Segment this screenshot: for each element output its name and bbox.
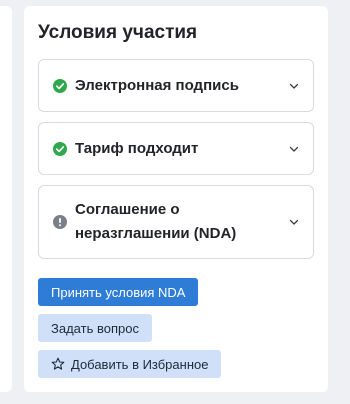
check-circle-icon bbox=[53, 78, 67, 93]
accordion-item-label: Соглашение о неразглашении (NDA) bbox=[75, 201, 237, 242]
card-title: Условия участия bbox=[38, 22, 198, 43]
accept-nda-button[interactable]: Принять условия NDA bbox=[38, 278, 199, 306]
chevron-down-icon bbox=[289, 83, 299, 89]
accordion-item-electronic-signature[interactable]: Электронная подпись bbox=[38, 59, 314, 112]
exclamation-circle-icon bbox=[53, 215, 67, 229]
accordion-item-tariff[interactable]: Тариф подходит bbox=[38, 122, 314, 175]
check-circle-icon bbox=[53, 141, 67, 156]
chevron-down-icon bbox=[289, 146, 299, 152]
add-favorite-label: Добавить в Избранное bbox=[71, 356, 209, 372]
accordion-item-label: Электронная подпись bbox=[75, 76, 239, 94]
conditions-card: Условия участия Электронная подпись Тари… bbox=[24, 6, 328, 392]
accordion-item-nda[interactable]: Соглашение о неразглашении (NDA) bbox=[38, 185, 314, 259]
ask-question-button[interactable]: Задать вопрос bbox=[38, 314, 152, 342]
left-panel bbox=[0, 6, 12, 392]
star-outline-icon bbox=[51, 357, 65, 370]
add-favorite-button[interactable]: Добавить в Избранное bbox=[38, 350, 222, 378]
accordion-item-label: Тариф подходит bbox=[75, 139, 199, 157]
chevron-down-icon bbox=[289, 219, 299, 225]
